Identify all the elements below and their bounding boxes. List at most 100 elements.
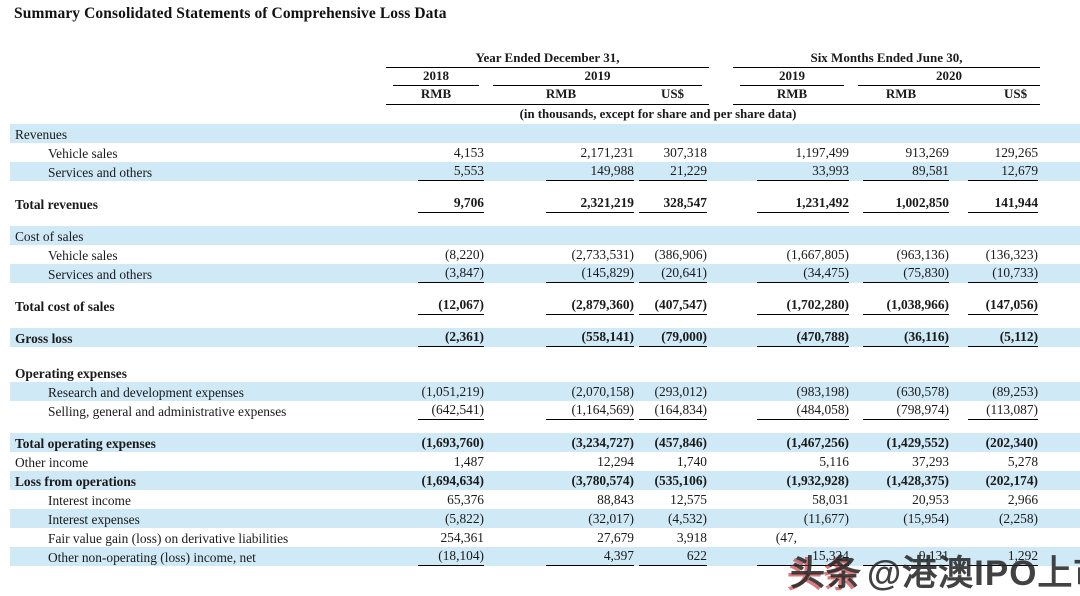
cell-value: (79,000) <box>639 329 707 347</box>
cell-value: 1,002,850 <box>863 195 949 213</box>
cell-value: (147,056) <box>968 297 1038 315</box>
cell-fy2018-rmb: (3,847) <box>386 264 486 283</box>
cell-value: (2,070,158) <box>568 384 634 401</box>
cell-value: 33,993 <box>757 163 849 181</box>
cell-fy2019-usd: (293,012) <box>636 382 709 401</box>
row-label: Services and others <box>10 162 386 181</box>
cell-value: (136,323) <box>982 247 1038 264</box>
column-gap <box>709 471 733 490</box>
cell-fy2019-rmb: (32,017) <box>486 509 636 528</box>
cell-value: (386,906) <box>651 247 707 264</box>
cell-value: (4,532) <box>664 511 707 528</box>
cell-h1-2020-rmb: (1,428,375) <box>851 471 951 490</box>
cell-fy2019-usd: (4,532) <box>636 509 709 528</box>
cell-value: 141,944 <box>968 195 1038 213</box>
header-label-spacer <box>10 86 386 102</box>
cell-h1-2020-usd: 141,944 <box>951 194 1080 213</box>
cell-fy2019-rmb: (2,070,158) <box>486 382 636 401</box>
cell-value: 12,294 <box>593 454 634 471</box>
cell-value: (75,830) <box>863 265 949 283</box>
spacer-row <box>10 420 1080 433</box>
cell-fy2018-rmb: (1,693,760) <box>386 433 486 452</box>
row-label: Selling, general and administrative expe… <box>10 401 386 420</box>
cell-h1-2020-rmb: (963,136) <box>851 245 951 264</box>
row-label: Total cost of sales <box>10 296 386 315</box>
cell-value: 129,265 <box>991 145 1039 162</box>
row-label: Interest income <box>10 490 386 509</box>
row-label: Total revenues <box>10 194 386 213</box>
cell-h1-2020-rmb: (1,429,552) <box>851 433 951 452</box>
spacer-row <box>10 283 1080 296</box>
cell-h1-2019-rmb <box>733 363 851 382</box>
cell-fy2019-usd: 3,918 <box>636 528 709 547</box>
column-gap <box>709 490 733 509</box>
cell-value: 5,116 <box>815 454 849 471</box>
cell-fy2018-rmb: (18,104) <box>386 547 486 566</box>
cell-h1-2020-usd: (202,174) <box>951 471 1080 490</box>
spacer-cell <box>10 181 1080 194</box>
cell-fy2018-rmb: (5,822) <box>386 509 486 528</box>
cell-h1-2019-rmb: (1,667,805) <box>733 245 851 264</box>
column-gap <box>709 68 733 86</box>
col-group-six-months-label: Six Months Ended June 30, <box>733 50 1040 68</box>
cell-value: (34,475) <box>757 265 849 283</box>
column-gap <box>709 245 733 264</box>
column-gap <box>709 328 733 347</box>
cell-fy2019-usd: 307,318 <box>636 143 709 162</box>
table-row: Services and others5,553149,98821,22933,… <box>10 162 1080 181</box>
table-row: Total revenues9,7062,321,219328,5471,231… <box>10 194 1080 213</box>
cell-fy2019-rmb: (2,733,531) <box>486 245 636 264</box>
cell-value: (20,641) <box>639 265 707 283</box>
spacer-row <box>10 181 1080 194</box>
cell-h1-2020-usd: (147,056) <box>951 296 1080 315</box>
cell-value: (10,733) <box>968 265 1038 283</box>
cell-h1-2019-rmb: (1,932,928) <box>733 471 851 490</box>
cell-value: (5,822) <box>441 511 484 528</box>
cell-value: (113,087) <box>968 402 1038 420</box>
table-row: Gross loss(2,361)(558,141)(79,000)(470,7… <box>10 328 1080 347</box>
column-gap <box>709 194 733 213</box>
cell-h1-2020-rmb: 37,293 <box>851 452 951 471</box>
cell-h1-2019-rmb: 1,197,499 <box>733 143 851 162</box>
cell-value: (12,067) <box>418 297 484 315</box>
column-group-row: Year Ended December 31, Six Months Ended… <box>10 50 1080 68</box>
row-label: Other income <box>10 452 386 471</box>
cell-value: (1,467,256) <box>783 435 849 452</box>
cell-value: (1,051,219) <box>418 384 484 401</box>
row-label: Total operating expenses <box>10 433 386 452</box>
col-header-2020: 2020 <box>851 68 1080 86</box>
cell-value: (11,677) <box>800 511 849 528</box>
cell-h1-2019-rmb: (470,788) <box>733 328 851 347</box>
cell-h1-2019-rmb: (484,058) <box>733 401 851 420</box>
cell-value: 89,581 <box>863 163 949 181</box>
unit-fy2019-usd: US$ <box>636 86 709 102</box>
cell-h1-2020-usd: (10,733) <box>951 264 1080 283</box>
cell-fy2019-usd: 622 <box>636 547 709 566</box>
cell-value: (89,253) <box>988 384 1038 401</box>
column-gap <box>709 528 733 547</box>
cell-fy2019-usd: (79,000) <box>636 328 709 347</box>
cell-fy2019-rmb: 27,679 <box>486 528 636 547</box>
cell-h1-2020-rmb <box>851 124 951 143</box>
cell-fy2018-rmb: 5,553 <box>386 162 486 181</box>
currency-header-row: RMB RMB US$ RMB RMB US$ <box>10 86 1080 102</box>
cell-value: (1,694,634) <box>418 473 484 490</box>
cell-h1-2020-usd: 2,966 <box>951 490 1080 509</box>
cell-value: (2,879,360) <box>546 297 634 315</box>
row-label: Vehicle sales <box>10 245 386 264</box>
cell-value: 58,031 <box>808 492 849 509</box>
cell-value: (1,667,805) <box>783 247 849 264</box>
cell-h1-2020-rmb: 913,269 <box>851 143 951 162</box>
col-header-2019: 2019 <box>486 68 709 86</box>
cell-value: (558,141) <box>546 329 634 347</box>
spacer-row <box>10 347 1080 363</box>
units-note-row: (in thousands, except for share and per … <box>10 105 1080 124</box>
cell-h1-2019-rmb: (11,677) <box>733 509 851 528</box>
cell-fy2019-rmb <box>486 226 636 245</box>
column-gap <box>709 401 733 420</box>
table-row: Loss from operations(1,694,634)(3,780,57… <box>10 471 1080 490</box>
table-row: Services and others(3,847)(145,829)(20,6… <box>10 264 1080 283</box>
column-gap <box>709 509 733 528</box>
cell-h1-2020-rmb: (630,578) <box>851 382 951 401</box>
cell-h1-2019-rmb <box>733 124 851 143</box>
